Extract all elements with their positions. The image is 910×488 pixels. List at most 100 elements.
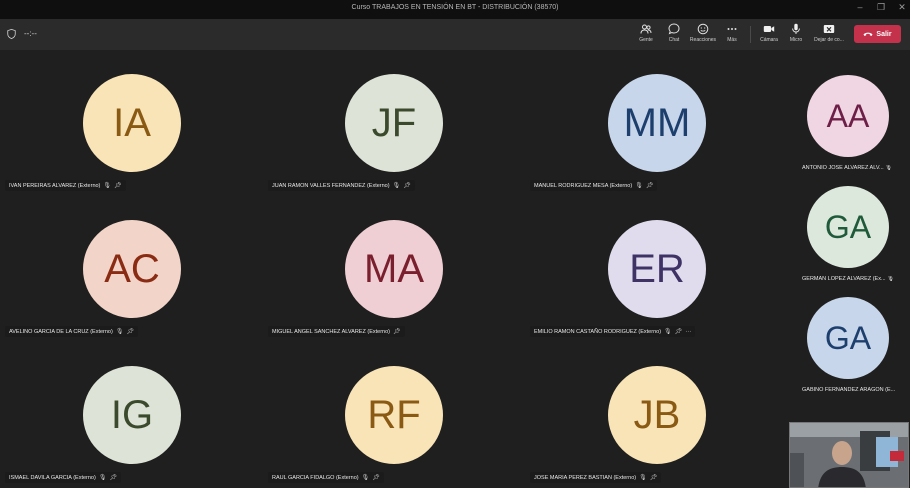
participant-name-tag: IVAN PEREIRAS ALVAREZ (Externo) 🎙︎ 📌︎: [5, 180, 126, 191]
avatar-initials: ER: [629, 246, 685, 291]
avatar-initials: AA: [826, 97, 870, 134]
participant-name-tag: RAUL GARCIA FIDALGO (Externo) 🎙︎ 📌︎: [268, 472, 384, 483]
mic-muted-icon: 🎙︎: [887, 276, 895, 282]
side-participant-name: GABINO FERNANDEZ ARAGON (E...: [802, 387, 896, 393]
reactions-button[interactable]: Reacciones: [689, 23, 717, 43]
avatar: GA: [807, 297, 889, 379]
participant-name: JUAN RAMON VALLES FERNANDEZ (Externo): [272, 182, 390, 189]
mic-muted-icon: 🎙︎: [635, 183, 643, 189]
reactions-label: Reacciones: [689, 37, 717, 43]
participant-name: AVELINO GARCIA DE LA CRUZ (Externo): [9, 328, 113, 335]
pin-icon[interactable]: 📌︎: [650, 474, 658, 481]
camera-button[interactable]: Cámara: [755, 23, 783, 43]
participant-name: EMILIO RAMON CASTAÑO RODRIGUEZ (Externo): [534, 328, 662, 335]
avatar-initials: JB: [633, 392, 681, 437]
avatar-initials: GA: [824, 319, 872, 356]
participant-name-tag: MIGUEL ANGEL SANCHEZ ALVAREZ (Externo) 📌…: [268, 326, 405, 337]
participant-name-tag: ISMAEL DAVILA GARCIA (Externo) 🎙︎ 📌︎: [5, 472, 122, 483]
mic-muted-icon: 🎙︎: [361, 475, 370, 481]
mic-muted-icon: 🎙︎: [103, 183, 112, 189]
participant-name: IVAN PEREIRAS ALVAREZ (Externo): [9, 182, 101, 189]
participant-name-tag: JOSE MARIA PEREZ BASTIAN (Externo) 🎙︎ 📌︎: [530, 472, 662, 483]
avatar: GA: [807, 186, 889, 268]
avatar: MA: [345, 220, 443, 318]
meeting-toolbar: --:-- Gente Chat Reacciones Más Cámara M…: [0, 19, 910, 50]
avatar: IA: [83, 74, 181, 172]
participant-name: JOSE MARIA PEREZ BASTIAN (Externo): [534, 474, 637, 481]
more-button[interactable]: Más: [718, 23, 746, 43]
avatar: MM: [608, 74, 706, 172]
stop-sharing-button[interactable]: Dejar de co...: [813, 23, 845, 43]
pin-icon[interactable]: 📌︎: [646, 182, 654, 189]
avatar-initials: IG: [110, 392, 154, 437]
avatar: AC: [83, 220, 181, 318]
chat-icon: [668, 23, 680, 35]
more-options-icon[interactable]: ···: [685, 329, 691, 335]
shield-icon: [7, 29, 16, 39]
avatar: RF: [345, 366, 443, 464]
side-participant-name: ANTONIO JOSE ALVAREZ ALV... 🎙︎: [802, 165, 893, 171]
avatar: ER: [608, 220, 706, 318]
chat-button[interactable]: Chat: [660, 23, 688, 43]
meeting-timer: --:--: [24, 29, 37, 38]
participant-name: MANUEL RODRIGUEZ MESA (Externo): [534, 182, 633, 189]
participant-name-tag: MANUEL RODRIGUEZ MESA (Externo) 🎙︎ 📌︎: [530, 180, 658, 191]
pin-icon[interactable]: 📌︎: [372, 474, 380, 481]
participant-name: MIGUEL ANGEL SANCHEZ ALVAREZ (Externo): [272, 328, 390, 335]
phone-hangup-icon: [863, 32, 873, 36]
camera-icon: [763, 26, 775, 32]
avatar-initials: RF: [367, 392, 421, 437]
pin-icon[interactable]: 📌︎: [393, 328, 401, 335]
minimize-icon[interactable]: –: [853, 2, 867, 12]
chat-label: Chat: [668, 37, 680, 43]
people-button[interactable]: Gente: [632, 23, 660, 43]
mic-muted-icon: 🎙︎: [115, 329, 124, 335]
participant-name-tag: JUAN RAMON VALLES FERNANDEZ (Externo) 🎙︎…: [268, 180, 415, 191]
participant-name: RAUL GARCIA FIDALGO (Externo): [272, 474, 359, 481]
camera-label: Cámara: [760, 37, 778, 43]
microphone-icon: [792, 23, 800, 34]
avatar-initials: IA: [113, 100, 151, 145]
avatar-initials: AC: [104, 246, 160, 291]
avatar-initials: GA: [824, 208, 872, 245]
mic-muted-icon: 🎙︎: [885, 165, 893, 171]
participant-name-tag: EMILIO RAMON CASTAÑO RODRIGUEZ (Externo)…: [530, 326, 696, 337]
avatar-initials: MM: [623, 100, 691, 145]
pin-icon[interactable]: 📌︎: [403, 182, 411, 189]
self-video-image: [790, 423, 908, 487]
mic-muted-icon: 🎙︎: [639, 475, 647, 481]
mic-button[interactable]: Micro: [782, 23, 810, 43]
pin-icon[interactable]: 📌︎: [675, 328, 683, 335]
leave-label: Salir: [876, 30, 892, 38]
participant-name: ISMAEL DAVILA GARCIA (Externo): [9, 474, 96, 481]
leave-button[interactable]: Salir: [854, 25, 901, 43]
maximize-icon[interactable]: ❐: [874, 2, 888, 13]
more-label: Más: [727, 37, 737, 43]
pin-icon[interactable]: 📌︎: [109, 474, 117, 481]
pin-icon[interactable]: 📌︎: [126, 328, 134, 335]
window-title: Curso TRABAJOS EN TENSIÓN EN BT - DISTRI…: [351, 4, 559, 11]
people-icon: [640, 24, 652, 34]
participant-name-tag: AVELINO GARCIA DE LA CRUZ (Externo) 🎙︎ 📌…: [5, 326, 139, 337]
close-icon[interactable]: ✕: [895, 2, 909, 13]
pin-icon[interactable]: 📌︎: [114, 182, 122, 189]
avatar: JB: [608, 366, 706, 464]
title-bar: Curso TRABAJOS EN TENSIÓN EN BT - DISTRI…: [0, 0, 910, 19]
mic-muted-icon: 🎙︎: [392, 183, 401, 189]
mic-muted-icon: 🎙︎: [98, 475, 107, 481]
avatar: JF: [345, 74, 443, 172]
avatar-initials: MA: [364, 246, 424, 291]
people-label: Gente: [639, 37, 653, 43]
avatar-initials: JF: [371, 100, 417, 145]
side-participant-name: GERMAN LOPEZ ALVAREZ (Ex... 🎙︎: [802, 276, 895, 282]
toolbar-divider: [750, 26, 751, 43]
self-video-preview[interactable]: [789, 422, 909, 488]
avatar: AA: [807, 75, 889, 157]
stop-sharing-label: Dejar de co...: [814, 37, 844, 43]
mic-label: Micro: [789, 37, 803, 43]
mic-muted-icon: 🎙︎: [664, 329, 672, 335]
more-icon: [727, 28, 737, 30]
stop-share-icon: [823, 25, 835, 33]
reactions-icon: [697, 23, 709, 35]
avatar: IG: [83, 366, 181, 464]
